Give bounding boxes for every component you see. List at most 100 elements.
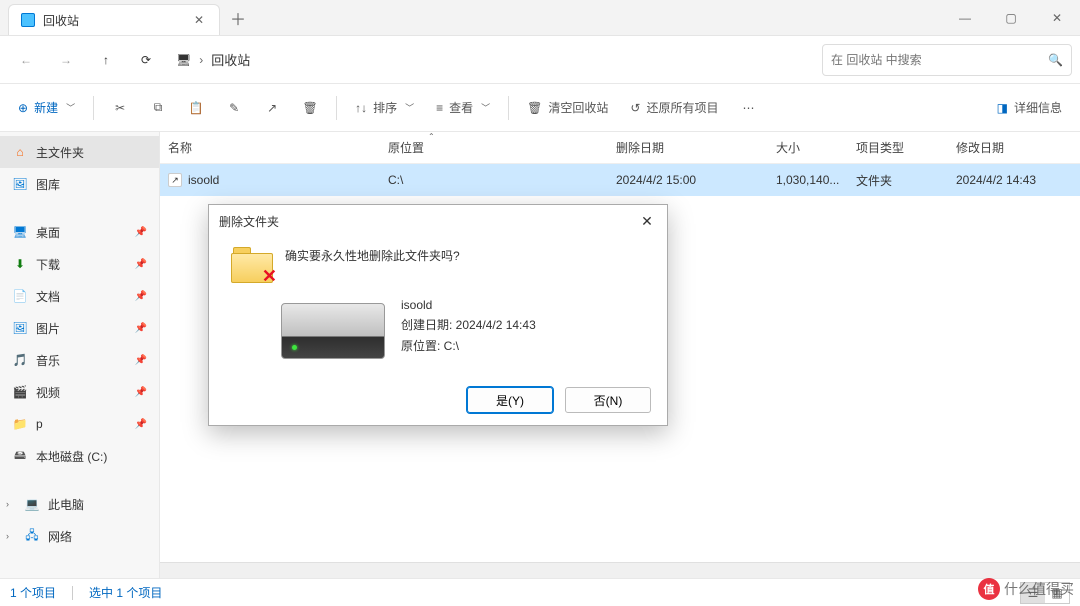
sidebar-item-music[interactable]: 🎵 音乐 📌	[0, 344, 159, 376]
navbar: ← → ↑ ⟳ 🖥 › 回收站 🔍	[0, 36, 1080, 84]
titlebar: 回收站 ✕ ＋ — ▢ ✕	[0, 0, 1080, 36]
search-icon[interactable]: 🔍	[1048, 53, 1063, 67]
pin-icon: 📌	[135, 419, 147, 430]
close-tab-icon[interactable]: ✕	[191, 12, 207, 28]
col-type[interactable]: 项目类型	[848, 132, 948, 163]
up-button[interactable]: ↑	[88, 42, 124, 78]
back-button[interactable]: ←	[8, 42, 44, 78]
copy-button[interactable]: ⧉	[140, 92, 176, 124]
sidebar: ⌂ 主文件夹 🖼 图库 🖥 桌面 📌 ⬇ 下载 📌 📄 文档 📌 🖼 图片 📌	[0, 132, 160, 578]
sidebar-item-network[interactable]: › 🖧 网络	[0, 520, 159, 552]
cut-icon: ✂	[115, 101, 125, 115]
delete-folder-dialog: 删除文件夹 ✕ ✕ 确实要永久性地删除此文件夹吗? isoold 创建日期: 2…	[208, 204, 668, 426]
watermark-logo-icon: 值	[978, 578, 1000, 600]
forward-button[interactable]: →	[48, 42, 84, 78]
col-size[interactable]: 大小	[768, 132, 848, 163]
music-icon: 🎵	[12, 352, 28, 368]
chevron-down-icon: ﹀	[66, 101, 75, 114]
sidebar-item-downloads[interactable]: ⬇ 下载 📌	[0, 248, 159, 280]
row-type: 文件夹	[848, 172, 948, 189]
dialog-title: 删除文件夹	[219, 213, 279, 230]
desktop-icon: 🖥	[12, 224, 28, 240]
search-input[interactable]	[831, 53, 1048, 67]
breadcrumb[interactable]: 回收站	[211, 50, 250, 69]
chevron-down-icon: ﹀	[405, 101, 414, 114]
restore-label: 还原所有项目	[646, 99, 718, 116]
paste-button[interactable]: 📋	[178, 92, 214, 124]
sort-indicator-icon: ⌃	[428, 132, 435, 141]
column-header: ⌃ 名称 原位置 删除日期 大小 项目类型 修改日期	[160, 132, 1080, 164]
col-name[interactable]: 名称	[160, 132, 380, 163]
dialog-titlebar[interactable]: 删除文件夹 ✕	[209, 205, 667, 237]
sidebar-item-localdisk[interactable]: 🖴 本地磁盘 (C:)	[0, 440, 159, 472]
gallery-icon: 🖼	[12, 176, 28, 192]
watermark: 值 什么值得买	[978, 578, 1074, 600]
video-icon: 🎬	[12, 384, 28, 400]
view-label: 查看	[449, 99, 473, 116]
row-deleted: 2024/4/2 15:00	[608, 173, 768, 187]
minimize-button[interactable]: —	[942, 0, 988, 35]
sidebar-item-pictures[interactable]: 🖼 图片 📌	[0, 312, 159, 344]
row-name: isoold	[188, 173, 219, 187]
copy-icon: ⧉	[154, 100, 163, 115]
search-box[interactable]: 🔍	[822, 44, 1072, 76]
sidebar-item-p[interactable]: 📁 p 📌	[0, 408, 159, 440]
more-button[interactable]: ⋯	[731, 92, 767, 124]
restore-icon: ↺	[630, 101, 640, 115]
empty-recycle-button[interactable]: 🗑 清空回收站	[517, 92, 618, 124]
details-pane-button[interactable]: ◨ 详细信息	[987, 92, 1072, 124]
address-bar[interactable]: 🖥 › 回收站	[168, 43, 818, 77]
yes-button[interactable]: 是(Y)	[467, 387, 553, 413]
cut-button[interactable]: ✂	[102, 92, 138, 124]
restore-all-button[interactable]: ↺ 还原所有项目	[620, 92, 728, 124]
empty-label: 清空回收站	[548, 99, 608, 116]
horizontal-scrollbar[interactable]	[160, 562, 1080, 578]
col-modified[interactable]: 修改日期	[948, 132, 1080, 163]
row-size: 1,030,140...	[768, 173, 848, 187]
rename-icon: ✎	[229, 101, 239, 115]
new-button[interactable]: ⊕ 新建 ﹀	[8, 92, 85, 124]
statusbar: 1 个项目 选中 1 个项目 ☰ ▦	[0, 578, 1080, 606]
sort-icon: ↑↓	[355, 101, 367, 115]
drive-icon: 🖴	[12, 448, 28, 464]
col-orig[interactable]: 原位置	[380, 132, 608, 163]
chevron-right-icon[interactable]: ›	[6, 499, 16, 509]
folder-icon: 📁	[12, 416, 28, 432]
monitor-icon: 🖥	[176, 53, 191, 67]
shortcut-folder-icon: ↗	[168, 173, 182, 187]
view-button[interactable]: ≡ 查看 ﹀	[426, 92, 500, 124]
ellipsis-icon: ⋯	[743, 101, 755, 115]
sidebar-item-gallery[interactable]: 🖼 图库	[0, 168, 159, 200]
row-orig: C:\	[380, 173, 608, 187]
col-deleted[interactable]: 删除日期	[608, 132, 768, 163]
sidebar-item-thispc[interactable]: › 💻 此电脑	[0, 488, 159, 520]
recycle-bin-icon	[21, 13, 35, 27]
sidebar-item-home[interactable]: ⌂ 主文件夹	[0, 136, 159, 168]
chevron-right-icon[interactable]: ›	[6, 531, 16, 541]
delete-button[interactable]: 🗑	[292, 92, 328, 124]
chevron-down-icon: ﹀	[481, 101, 490, 114]
dialog-close-button[interactable]: ✕	[637, 213, 657, 230]
rename-button[interactable]: ✎	[216, 92, 252, 124]
sidebar-item-desktop[interactable]: 🖥 桌面 📌	[0, 216, 159, 248]
close-window-button[interactable]: ✕	[1034, 0, 1080, 35]
table-row[interactable]: ↗ isoold C:\ 2024/4/2 15:00 1,030,140...…	[160, 164, 1080, 196]
tab-title: 回收站	[43, 12, 183, 29]
no-button[interactable]: 否(N)	[565, 387, 651, 413]
paste-icon: 📋	[189, 101, 204, 115]
share-button[interactable]: ↗	[254, 92, 290, 124]
trash-icon: 🗑	[302, 101, 317, 115]
maximize-button[interactable]: ▢	[988, 0, 1034, 35]
sidebar-item-documents[interactable]: 📄 文档 📌	[0, 280, 159, 312]
chevron-right-icon: ›	[199, 53, 203, 67]
sidebar-item-videos[interactable]: 🎬 视频 📌	[0, 376, 159, 408]
sort-button[interactable]: ↑↓ 排序 ﹀	[345, 92, 424, 124]
pin-icon: 📌	[135, 387, 147, 398]
refresh-button[interactable]: ⟳	[128, 42, 164, 78]
pin-icon: 📌	[135, 259, 147, 270]
plus-circle-icon: ⊕	[18, 101, 28, 115]
new-tab-button[interactable]: ＋	[220, 0, 256, 35]
tab-recycle-bin[interactable]: 回收站 ✕	[8, 4, 220, 35]
pin-icon: 📌	[135, 291, 147, 302]
dialog-item-name: isoold	[401, 295, 536, 315]
